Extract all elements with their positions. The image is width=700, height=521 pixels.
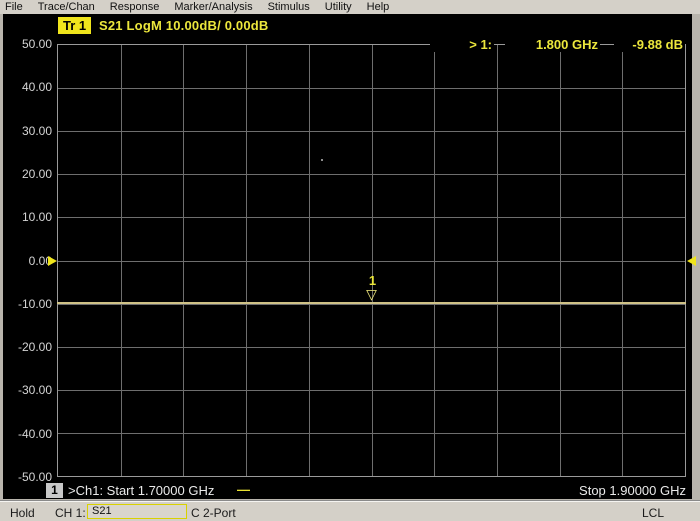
menu-item-stimulus[interactable]: Stimulus <box>267 1 311 13</box>
trigger-state-label: Hold <box>10 506 35 520</box>
gridline-vertical <box>434 45 436 476</box>
screen-artifact-dot <box>321 159 323 161</box>
marker-triangle-icon[interactable]: ▽ <box>363 288 381 302</box>
marker-readout-frequency: 1.800 GHz <box>505 37 600 52</box>
marker-number-label: 1 <box>368 273 377 289</box>
menu-bar: File Trace/Chan Response Marker/Analysis Sti… <box>0 0 700 14</box>
channel-number-badge[interactable]: 1 <box>46 483 63 498</box>
status-bar: Hold CH 1: S21 C 2-Port LCL <box>0 501 700 521</box>
gridline-horizontal <box>58 389 685 391</box>
trace-color-legend: — <box>237 482 250 497</box>
y-axis-tick-label: 20.00 <box>21 166 52 181</box>
instrument-display: Tr 1 S21 LogM 10.00dB/ 0.00dB 50.00 40.00… <box>0 14 700 501</box>
menu-item-file[interactable]: File <box>4 1 24 13</box>
y-axis-tick-label: 0.00 <box>28 253 52 268</box>
y-axis-tick-label: -40.00 <box>17 426 52 441</box>
trace-annotation[interactable]: S21 LogM 10.00dB/ 0.00dB <box>99 17 269 34</box>
y-axis-tick-label: 40.00 <box>21 80 52 95</box>
gridline-vertical <box>371 45 373 476</box>
gridline-vertical <box>496 45 498 476</box>
stimulus-start-label[interactable]: >Ch1: Start 1.70000 GHz <box>68 483 214 498</box>
display-inner: Tr 1 S21 LogM 10.00dB/ 0.00dB 50.00 40.00… <box>0 14 700 499</box>
menu-item-help[interactable]: Help <box>366 1 391 13</box>
y-axis-tick-label: -30.00 <box>17 383 52 398</box>
reference-level-triangle-left[interactable] <box>48 255 57 266</box>
menu-item-trace-chan[interactable]: Trace/Chan <box>37 1 96 13</box>
stimulus-stop-label[interactable]: Stop 1.90000 GHz <box>486 483 686 498</box>
y-axis-tick-label: 50.00 <box>21 37 52 51</box>
reference-level-triangle-right[interactable] <box>687 255 696 266</box>
gridline-horizontal <box>58 432 685 434</box>
measurement-status-field[interactable]: S21 <box>87 504 187 519</box>
menu-item-utility[interactable]: Utility <box>324 1 353 13</box>
y-axis-tick-label: -20.00 <box>17 340 52 355</box>
y-axis-tick-label: 10.00 <box>21 210 52 225</box>
menu-item-response[interactable]: Response <box>109 1 161 13</box>
correction-status-label: C 2-Port <box>191 506 236 520</box>
y-axis-tick-label: 30.00 <box>21 123 52 138</box>
gridline-vertical <box>622 45 624 476</box>
remote-state-label: LCL <box>642 506 665 520</box>
gridline-vertical <box>559 45 561 476</box>
marker-readout-label: > 1: <box>430 37 494 52</box>
y-axis-tick-label: -10.00 <box>17 296 52 311</box>
graticule <box>57 44 686 477</box>
menu-item-marker-analysis[interactable]: Marker/Analysis <box>173 1 253 13</box>
trace-number-badge[interactable]: Tr 1 <box>58 17 92 34</box>
marker-readout-value: -9.88 dB <box>614 37 685 52</box>
channel-status-label: CH 1: <box>55 506 86 520</box>
y-axis-tick-label: -50.00 <box>17 470 52 484</box>
gridline-horizontal <box>58 346 685 348</box>
